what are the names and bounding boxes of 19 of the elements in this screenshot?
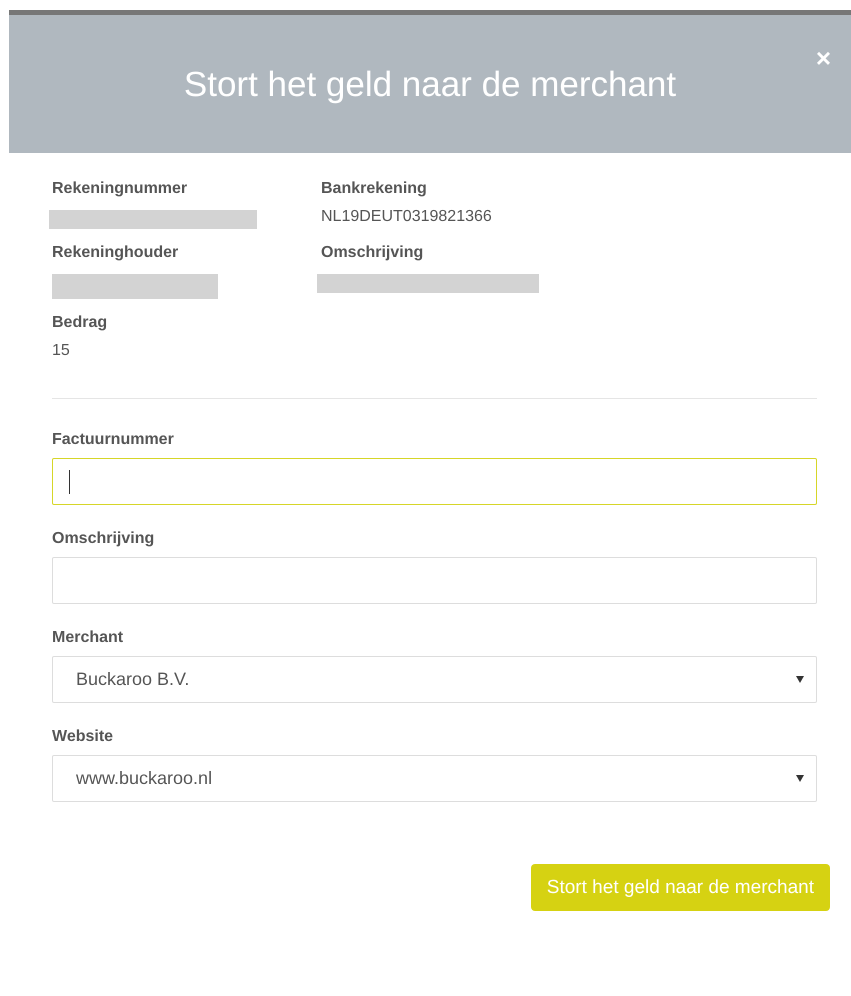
detail-label: Bankrekening: [321, 180, 428, 198]
detail-label: Bedrag: [52, 314, 108, 332]
field-label: Factuurnummer: [52, 431, 175, 449]
dialog-title: Stort het geld naar de merchant: [184, 65, 676, 105]
field-label: Omschrijving: [52, 530, 156, 548]
field-label: Website: [52, 728, 114, 746]
detail-label: Rekeninghouder: [52, 244, 180, 262]
detail-value: NL19DEUT0319821366: [321, 208, 493, 227]
detail-label: Rekeningnummer: [52, 180, 188, 198]
detail-value: 15: [52, 342, 71, 361]
text-cursor: [69, 470, 70, 494]
input-field[interactable]: [52, 458, 817, 505]
select-field[interactable]: www.buckaroo.nl: [52, 755, 817, 802]
select-field[interactable]: Buckaroo B.V.: [52, 656, 817, 703]
field-label: Merchant: [52, 629, 124, 647]
detail-label: Omschrijving: [321, 244, 424, 262]
caret-icon: [796, 676, 804, 683]
input-field[interactable]: [52, 557, 817, 604]
caret-icon: [796, 775, 804, 782]
